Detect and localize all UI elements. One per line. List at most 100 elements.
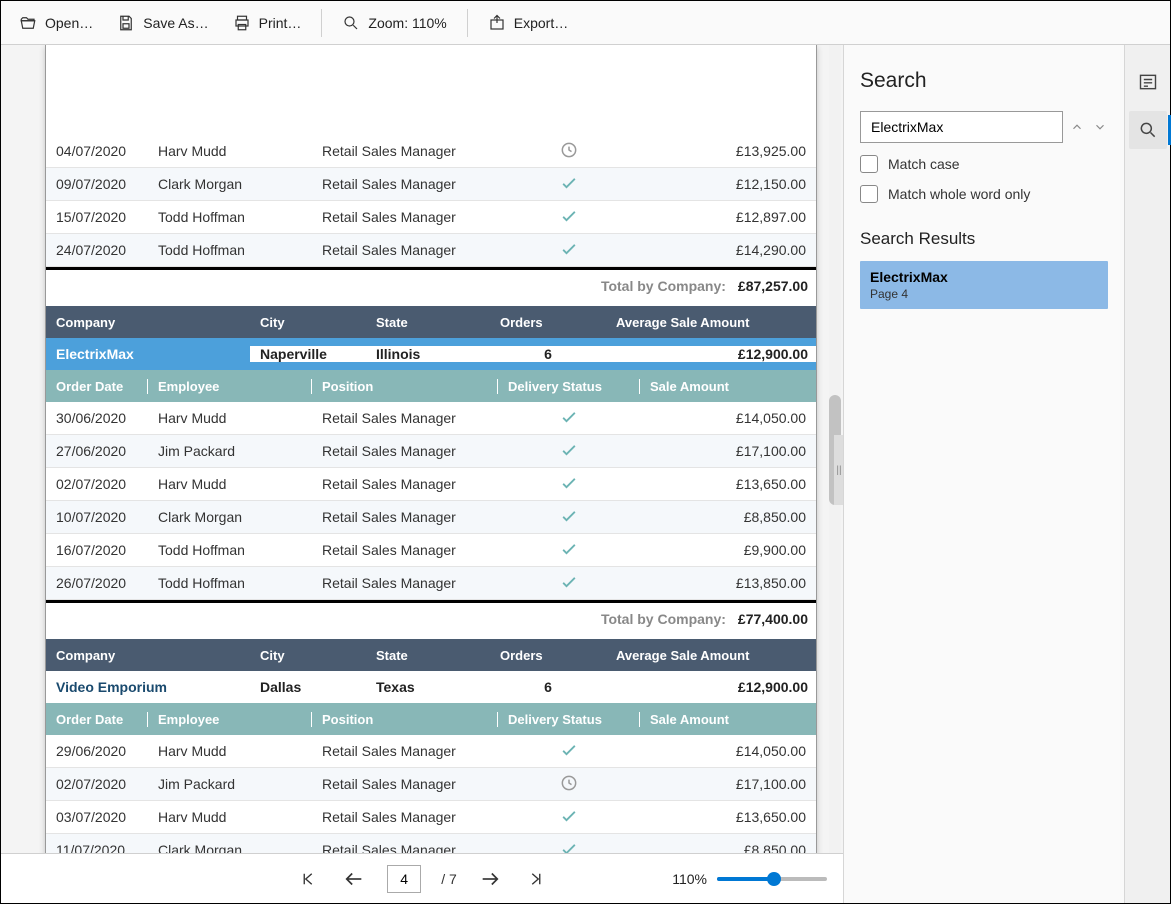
cell-amount: £14,050.00 (640, 410, 816, 426)
col-position: Position (312, 379, 498, 394)
cell-date: 09/07/2020 (46, 176, 148, 192)
cell-position: Retail Sales Manager (312, 575, 498, 591)
cell-employee: Clark Morgan (148, 176, 312, 192)
print-label: Print… (259, 15, 302, 31)
company-city: Dallas (250, 679, 366, 695)
cell-position: Retail Sales Manager (312, 743, 498, 759)
search-title: Search (860, 69, 1108, 93)
cell-amount: £17,100.00 (640, 776, 816, 792)
check-icon (559, 846, 579, 854)
col-city: City (250, 315, 366, 330)
cell-delivery (498, 539, 640, 562)
splitter-handle[interactable]: || (834, 435, 843, 505)
cell-employee: Harv Mudd (148, 809, 312, 825)
whole-word-row[interactable]: Match whole word only (860, 185, 1108, 203)
check-icon (559, 213, 579, 229)
export-label: Export… (514, 15, 568, 31)
cell-employee: Todd Hoffman (148, 575, 312, 591)
col-amount: Sale Amount (640, 712, 816, 727)
search-panel: Search Match case Match whole wo (843, 45, 1124, 903)
print-button[interactable]: Print… (223, 8, 312, 38)
col-order-date: Order Date (46, 379, 148, 394)
side-stack: Search Match case Match whole wo (843, 45, 1170, 903)
cell-delivery (498, 740, 640, 763)
cell-amount: £13,650.00 (640, 476, 816, 492)
cell-position: Retail Sales Manager (312, 476, 498, 492)
table-row: 26/07/2020Todd HoffmanRetail Sales Manag… (46, 567, 816, 600)
table-row: 30/06/2020Harv MuddRetail Sales Manager£… (46, 402, 816, 435)
toolbar-separator (321, 9, 322, 37)
table-row: 02/07/2020Harv MuddRetail Sales Manager£… (46, 468, 816, 501)
cell-delivery (498, 239, 640, 262)
col-company: Company (46, 648, 250, 663)
table-row: 29/06/2020Harv MuddRetail Sales Manager£… (46, 735, 816, 768)
zoom-button[interactable]: Zoom: 110% (332, 8, 456, 38)
cell-position: Retail Sales Manager (312, 776, 498, 792)
cell-employee: Todd Hoffman (148, 242, 312, 258)
match-case-row[interactable]: Match case (860, 155, 1108, 173)
parameters-panel-button[interactable] (1129, 63, 1167, 101)
export-button[interactable]: Export… (478, 8, 578, 38)
check-icon (559, 480, 579, 496)
first-page-button[interactable] (295, 866, 321, 892)
check-icon (559, 813, 579, 829)
page-number-input[interactable] (387, 865, 421, 893)
col-company: Company (46, 315, 250, 330)
search-input[interactable] (860, 111, 1063, 143)
whole-word-checkbox[interactable] (860, 185, 878, 203)
group-total-row: Total by Company: £77,400.00 (46, 603, 816, 639)
cell-position: Retail Sales Manager (312, 842, 498, 853)
cell-delivery (498, 506, 640, 529)
cell-amount: £8,850.00 (640, 509, 816, 525)
check-icon (559, 513, 579, 529)
table-row: 16/07/2020Todd HoffmanRetail Sales Manag… (46, 534, 816, 567)
sub-header: Order Date Employee Position Delivery St… (46, 703, 816, 735)
search-result-item[interactable]: ElectrixMax Page 4 (860, 261, 1108, 309)
save-as-button[interactable]: Save As… (107, 8, 218, 38)
prev-page-button[interactable] (341, 866, 367, 892)
document-scroll[interactable]: || 04/07/2020Harv MuddRetail Sales Manag… (1, 45, 843, 853)
open-button[interactable]: Open… (9, 8, 103, 38)
company-summary-row: Video Emporium Dallas Texas 6 £12,900.00 (46, 671, 816, 703)
print-icon (233, 14, 251, 32)
col-city: City (250, 648, 366, 663)
open-folder-icon (19, 14, 37, 32)
whole-word-label: Match whole word only (888, 186, 1030, 202)
zoom-slider-thumb[interactable] (767, 872, 781, 886)
result-name: ElectrixMax (870, 269, 1098, 285)
check-icon (559, 546, 579, 562)
company-state: Texas (366, 679, 490, 695)
cell-date: 30/06/2020 (46, 410, 148, 426)
group-total-row: Total by Company: £87,257.00 (46, 270, 816, 306)
zoom-slider[interactable] (717, 877, 827, 881)
col-employee: Employee (148, 379, 312, 394)
company-name: Video Emporium (46, 679, 250, 695)
cell-position: Retail Sales Manager (312, 209, 498, 225)
company-city: Naperville (250, 346, 366, 362)
cell-date: 27/06/2020 (46, 443, 148, 459)
search-next-button[interactable] (1092, 117, 1109, 137)
zoom-percent: 110% (672, 871, 707, 887)
search-panel-button[interactable] (1129, 111, 1167, 149)
cell-delivery (498, 839, 640, 854)
page-total: / 7 (441, 871, 457, 887)
cell-date: 03/07/2020 (46, 809, 148, 825)
cell-delivery (498, 773, 640, 796)
cell-employee: Todd Hoffman (148, 209, 312, 225)
last-page-button[interactable] (523, 866, 549, 892)
check-icon (559, 180, 579, 196)
match-case-checkbox[interactable] (860, 155, 878, 173)
company-state: Illinois (366, 346, 490, 362)
cell-date: 02/07/2020 (46, 476, 148, 492)
total-value: £87,257.00 (738, 278, 808, 294)
document-area: || 04/07/2020Harv MuddRetail Sales Manag… (1, 45, 843, 903)
search-prev-button[interactable] (1069, 117, 1086, 137)
cell-date: 16/07/2020 (46, 542, 148, 558)
col-position: Position (312, 712, 498, 727)
table-row: 27/06/2020Jim PackardRetail Sales Manage… (46, 435, 816, 468)
cell-employee: Jim Packard (148, 443, 312, 459)
total-value: £77,400.00 (738, 611, 808, 627)
document-page: 04/07/2020Harv MuddRetail Sales Manager£… (45, 45, 817, 853)
page-nav-bar: / 7 110% (1, 853, 843, 903)
next-page-button[interactable] (477, 866, 503, 892)
